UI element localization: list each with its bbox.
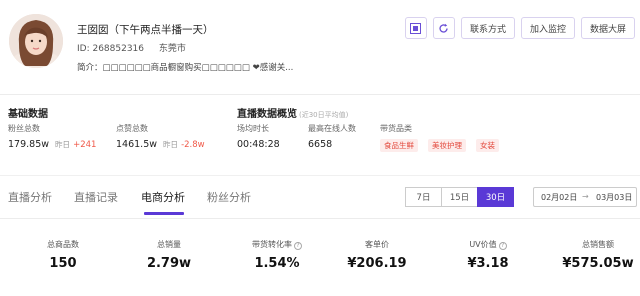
live-overview-title: 直播数据概览 (近30日平均值) xyxy=(237,105,348,120)
fans-delta: +241 xyxy=(73,140,97,150)
metric-label-text: 总销量 xyxy=(157,240,181,249)
avatar-image xyxy=(9,14,63,68)
date-end: 03月03日 xyxy=(596,193,633,202)
active-tab-underline xyxy=(144,212,184,215)
tab-fans-analysis[interactable]: 粉丝分析 xyxy=(207,189,251,205)
ecommerce-metrics: 总商品数 150 总销量 2.79w 带货转化率? 1.54% 客单价 ¥206… xyxy=(0,228,640,296)
range-15-days-button[interactable]: 15日 xyxy=(441,187,478,207)
avatar[interactable] xyxy=(9,14,63,68)
add-monitor-button[interactable]: 加入监控 xyxy=(520,17,575,39)
fans-stat: 179.85w 昨日 +241 xyxy=(8,139,96,150)
category-tag: 女装 xyxy=(476,139,499,152)
metric-label: 客单价 xyxy=(322,239,432,250)
profile-card: 王囡囡（下午两点半播一天） ID: 268852316 东莞市 简介：□□□□□… xyxy=(0,0,640,95)
stats-band: 基础数据 粉丝总数 179.85w 昨日 +241 点赞总数 1461.5w 昨… xyxy=(0,95,640,167)
range-selector: 7日 15日 30日 xyxy=(405,187,514,207)
online-label: 最高在线人数 xyxy=(308,124,356,133)
likes-yesterday-label: 昨日 xyxy=(163,140,179,149)
metric-label-text: 总商品数 xyxy=(47,240,79,249)
metric-value: ¥3.18 xyxy=(467,256,509,271)
info-icon[interactable]: ? xyxy=(498,242,507,250)
contact-button[interactable]: 联系方式 xyxy=(460,17,515,39)
streamer-id-row: ID: 268852316 东莞市 xyxy=(77,41,186,54)
live-overview-title-text: 直播数据概览 xyxy=(237,109,297,120)
basic-data-title: 基础数据 xyxy=(8,109,48,120)
metric-label: 总销售额 xyxy=(543,239,640,250)
data-dashboard-button[interactable]: 数据大屏 xyxy=(580,17,635,39)
streamer-city: 东莞市 xyxy=(158,44,186,54)
tab-live-records[interactable]: 直播记录 xyxy=(74,189,118,205)
fans-yesterday-label: 昨日 xyxy=(55,140,71,149)
likes-label: 点赞总数 xyxy=(116,124,148,133)
metric-label: 带货转化率? xyxy=(222,239,332,250)
metric-label-text: 客单价 xyxy=(365,240,389,249)
streamer-name: 王囡囡（下午两点半播一天） xyxy=(77,24,214,36)
online-value: 6658 xyxy=(308,139,333,150)
fans-value: 179.85w xyxy=(8,139,50,150)
tab-ecommerce-analysis[interactable]: 电商分析 xyxy=(141,189,185,205)
fans-label: 粉丝总数 xyxy=(8,124,40,133)
date-arrow-icon: → xyxy=(582,192,589,201)
metric-value: 1.54% xyxy=(254,256,300,271)
duration-label: 场均时长 xyxy=(237,124,269,133)
metric-label: 总销量 xyxy=(114,239,224,250)
likes-stat: 1461.5w 昨日 -2.8w xyxy=(116,139,205,150)
streamer-id: ID: 268852316 xyxy=(77,44,145,54)
metric-value: 2.79w xyxy=(146,256,192,271)
metric-value: 150 xyxy=(49,256,77,271)
metric-label: UV价值? xyxy=(433,239,543,250)
date-start: 02月02日 xyxy=(541,193,578,202)
live-overview-subtitle: (近30日平均值) xyxy=(299,111,349,119)
metric-label: 总商品数 xyxy=(8,239,118,250)
streamer-intro: 简介：□□□□□□商品橱窗购买□□□□□□ ❤感谢关... xyxy=(77,63,294,73)
metric-label-text: UV价值 xyxy=(469,240,497,249)
category-tag: 食品生鲜 xyxy=(380,139,418,152)
metric-label-text: 带货转化率 xyxy=(252,240,292,249)
top-actions: 联系方式 加入监控 数据大屏 xyxy=(404,17,635,39)
duration-value: 00:48:28 xyxy=(237,139,280,150)
likes-value: 1461.5w xyxy=(116,139,158,150)
metric-label-text: 总销售额 xyxy=(582,240,614,249)
range-30-days-button[interactable]: 30日 xyxy=(477,187,514,207)
range-7-days-button[interactable]: 7日 xyxy=(405,187,442,207)
tab-live-analysis[interactable]: 直播分析 xyxy=(8,189,52,205)
info-icon[interactable]: ? xyxy=(294,242,302,250)
date-range-picker[interactable]: 02月02日 → 03月03日 xyxy=(533,187,637,207)
likes-delta: -2.8w xyxy=(181,140,205,150)
qr-code-icon[interactable] xyxy=(404,17,427,39)
category-label: 带货品类 xyxy=(380,124,412,133)
metric-value: ¥206.19 xyxy=(347,256,407,271)
metric-value: ¥575.05w xyxy=(562,256,634,271)
category-tag: 美妆护理 xyxy=(428,139,466,152)
refresh-icon[interactable] xyxy=(432,17,455,39)
